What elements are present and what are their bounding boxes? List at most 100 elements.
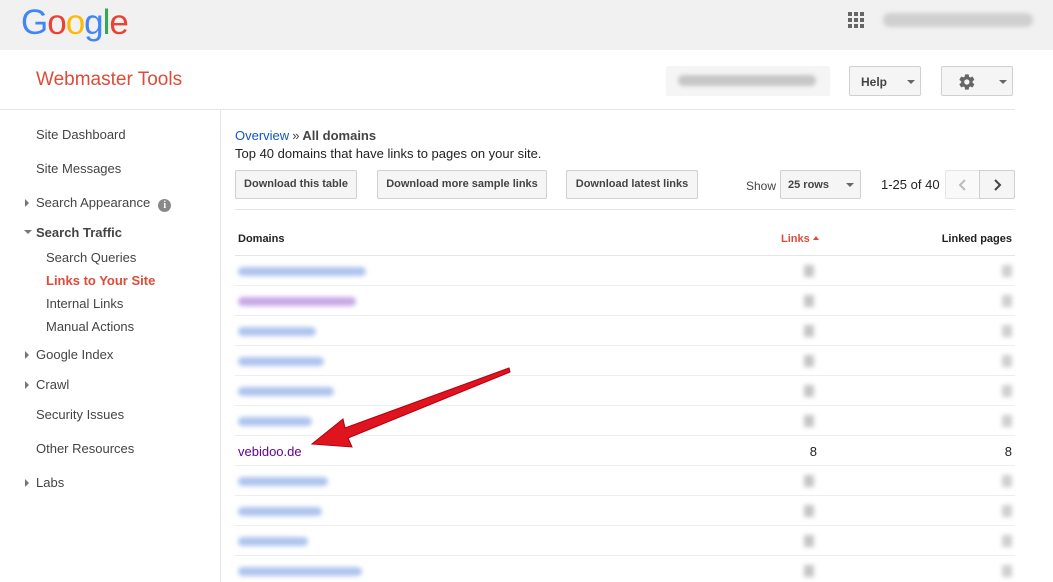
links-count-redacted xyxy=(804,565,814,577)
caret-right-icon xyxy=(25,199,29,207)
table-row xyxy=(235,376,1015,406)
sidebar-item-search-queries[interactable]: Search Queries xyxy=(46,250,136,265)
download-table-button[interactable]: Download this table xyxy=(235,170,357,199)
linked-pages-redacted xyxy=(1002,325,1012,337)
links-count-redacted xyxy=(804,505,814,517)
caret-right-icon xyxy=(25,351,29,359)
table-row xyxy=(235,526,1015,556)
linked-pages-redacted xyxy=(1002,535,1012,547)
column-header-links[interactable]: Links xyxy=(781,233,819,245)
breadcrumb: Overview» All domains xyxy=(235,128,376,143)
chevron-down-icon xyxy=(846,183,854,187)
chevron-down-icon xyxy=(907,80,915,84)
info-icon[interactable]: i xyxy=(158,199,172,212)
domain-redacted[interactable] xyxy=(238,357,324,366)
sidebar-item-manual-actions[interactable]: Manual Actions xyxy=(46,319,134,334)
breadcrumb-current: All domains xyxy=(302,128,377,143)
sidebar-item-label: Crawl xyxy=(36,377,70,392)
caret-down-icon xyxy=(24,230,32,234)
sidebar: Site Dashboard Site Messages Search Appe… xyxy=(0,110,221,582)
sidebar-item-site-dashboard[interactable]: Site Dashboard xyxy=(36,127,126,142)
table-row xyxy=(235,406,1015,436)
sort-ascending-icon xyxy=(812,236,819,240)
page-description: Top 40 domains that have links to pages … xyxy=(235,146,542,161)
domain-redacted[interactable] xyxy=(238,327,316,336)
links-count-redacted xyxy=(804,355,814,367)
sidebar-item-internal-links[interactable]: Internal Links xyxy=(46,296,123,311)
sidebar-item-label: Labs xyxy=(36,475,65,490)
app-header: Webmaster Tools Help xyxy=(0,50,1053,110)
table-row xyxy=(235,556,1015,582)
linked-pages-redacted xyxy=(1002,265,1012,277)
sidebar-item-labs[interactable]: Labs xyxy=(25,475,65,490)
links-count-redacted xyxy=(804,475,814,487)
domain-redacted[interactable] xyxy=(238,537,308,546)
help-button-label: Help xyxy=(861,75,888,89)
rows-per-page-select[interactable]: 25 rows xyxy=(780,170,861,199)
links-count-redacted xyxy=(804,535,814,547)
sidebar-item-site-messages[interactable]: Site Messages xyxy=(36,161,121,176)
site-selector[interactable] xyxy=(666,66,830,96)
domain-link[interactable]: vebidoo.de xyxy=(238,444,302,459)
sidebar-item-label: Google Index xyxy=(36,347,114,362)
column-header-domains[interactable]: Domains xyxy=(238,233,284,245)
links-count-redacted xyxy=(804,265,814,277)
sidebar-item-label: Search Appearance xyxy=(36,195,151,210)
show-rows-label: Show xyxy=(746,179,777,193)
help-button[interactable]: Help xyxy=(849,66,921,96)
sidebar-item-google-index[interactable]: Google Index xyxy=(25,347,114,362)
breadcrumb-separator: » xyxy=(292,128,300,143)
column-header-label: Links xyxy=(781,233,810,245)
domain-redacted[interactable] xyxy=(238,567,362,576)
links-count: 8 xyxy=(809,444,817,459)
account-email-redacted[interactable] xyxy=(883,13,1033,27)
table-row xyxy=(235,496,1015,526)
logo-letter: o xyxy=(47,3,66,42)
table-divider xyxy=(235,209,1015,210)
domain-redacted[interactable] xyxy=(238,417,312,426)
domain-redacted[interactable] xyxy=(238,297,356,306)
domain-redacted[interactable] xyxy=(238,507,322,516)
download-latest-links-button[interactable]: Download latest links xyxy=(566,170,698,199)
sidebar-item-links-to-your-site[interactable]: Links to Your Site xyxy=(46,273,155,288)
linked-pages-redacted xyxy=(1002,565,1012,577)
page-range: 1-25 of 40 xyxy=(881,177,940,192)
logo-letter: G xyxy=(21,3,48,42)
chevron-left-icon xyxy=(958,179,966,191)
chevron-right-icon xyxy=(994,179,1002,191)
download-sample-links-button[interactable]: Download more sample links xyxy=(377,170,547,199)
logo-letter: g xyxy=(84,3,103,42)
rows-per-page-value: 25 rows xyxy=(788,179,829,191)
chevron-down-icon xyxy=(999,80,1007,84)
links-count-redacted xyxy=(804,385,814,397)
table-row xyxy=(235,346,1015,376)
product-title[interactable]: Webmaster Tools xyxy=(36,69,182,91)
previous-page-button[interactable] xyxy=(945,170,980,199)
linked-pages-redacted xyxy=(1002,385,1012,397)
linked-pages-redacted xyxy=(1002,415,1012,427)
table-row xyxy=(235,256,1015,286)
table-row xyxy=(235,286,1015,316)
next-page-button[interactable] xyxy=(979,170,1015,199)
settings-button[interactable] xyxy=(941,66,1013,96)
linked-pages-redacted xyxy=(1002,295,1012,307)
table-row-highlighted: vebidoo.de 8 8 xyxy=(235,436,1015,466)
google-logo[interactable]: Google xyxy=(21,3,129,43)
sidebar-item-crawl[interactable]: Crawl xyxy=(25,377,70,392)
caret-right-icon xyxy=(25,381,29,389)
column-header-linked-pages[interactable]: Linked pages xyxy=(942,233,1012,245)
linked-pages-redacted xyxy=(1002,355,1012,367)
table-row xyxy=(235,316,1015,346)
sidebar-item-search-appearance[interactable]: Search Appearance i xyxy=(25,195,172,212)
sidebar-item-other-resources[interactable]: Other Resources xyxy=(36,441,134,456)
domain-redacted[interactable] xyxy=(238,477,328,486)
logo-letter: o xyxy=(65,3,85,42)
domain-redacted[interactable] xyxy=(238,267,366,276)
sidebar-item-security-issues[interactable]: Security Issues xyxy=(36,407,124,422)
logo-letter: e xyxy=(109,3,128,42)
breadcrumb-overview-link[interactable]: Overview xyxy=(235,128,289,143)
linked-pages-count: 8 xyxy=(1004,444,1012,459)
sidebar-item-search-traffic[interactable]: Search Traffic xyxy=(24,225,122,240)
apps-grid-icon[interactable] xyxy=(848,12,864,28)
domain-redacted[interactable] xyxy=(238,387,334,396)
